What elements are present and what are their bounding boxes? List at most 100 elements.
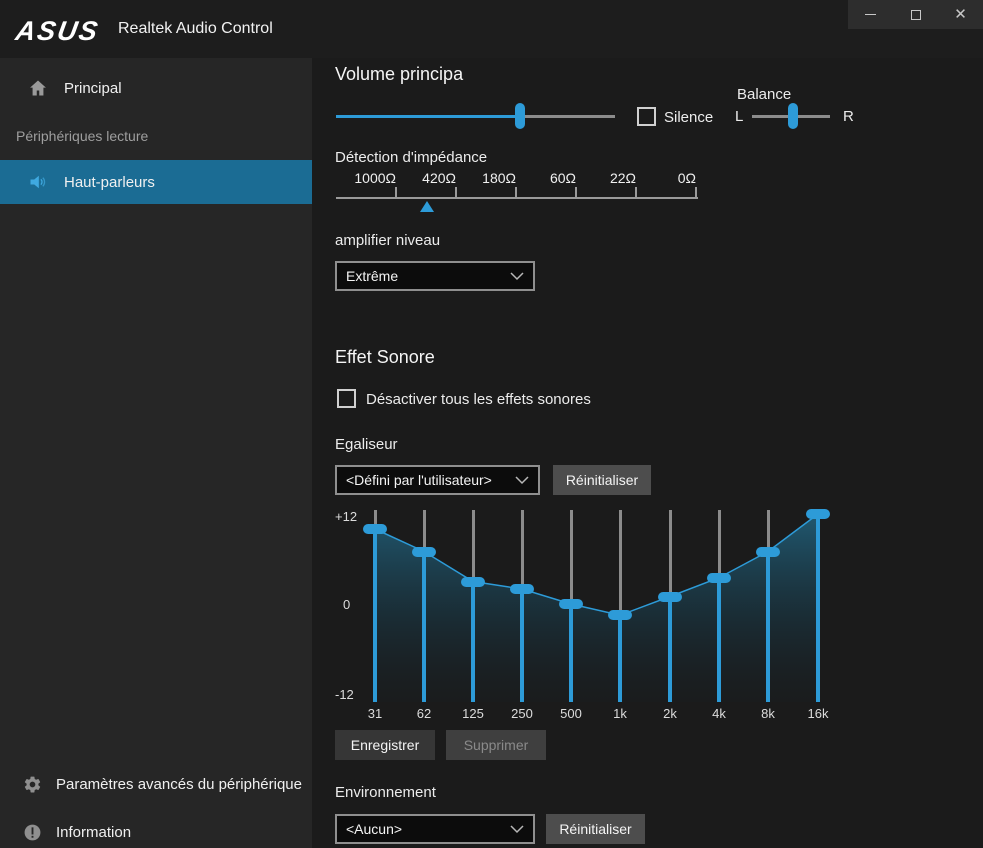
- sidebar-item-haut-parleurs[interactable]: Haut-parleurs: [0, 160, 312, 204]
- impedance-tick: [515, 187, 517, 197]
- silence-checkbox[interactable]: [637, 107, 656, 126]
- volume-slider-thumb[interactable]: [515, 103, 525, 129]
- minimize-icon: [865, 14, 876, 15]
- titlebar: ASUS Realtek Audio Control ✕: [0, 0, 983, 58]
- impedance-scale-label: 0Ω: [616, 170, 696, 186]
- eq-slider-fill-250[interactable]: [520, 589, 524, 702]
- eq-slider-fill-1k[interactable]: [618, 615, 622, 702]
- eq-thumb-125[interactable]: [461, 577, 485, 587]
- amplifier-label: amplifier niveau: [335, 232, 440, 249]
- environment-select[interactable]: <Aucun>: [335, 814, 535, 844]
- balance-left-label: L: [735, 108, 743, 125]
- eq-thumb-16k[interactable]: [806, 509, 830, 519]
- eq-slider-track-500[interactable]: [570, 510, 573, 604]
- eq-thumb-4k[interactable]: [707, 573, 731, 583]
- eq-freq-label: 16k: [798, 706, 838, 721]
- sidebar-item-label: Principal: [64, 80, 122, 97]
- eq-thumb-500[interactable]: [559, 599, 583, 609]
- eq-thumb-8k[interactable]: [756, 547, 780, 557]
- info-icon: [22, 822, 42, 842]
- save-preset-button[interactable]: Enregistrer: [335, 730, 435, 760]
- eq-slider-track-62[interactable]: [423, 510, 426, 552]
- maximize-button[interactable]: [893, 0, 938, 29]
- eq-slider-fill-16k[interactable]: [816, 514, 820, 702]
- impedance-pointer-icon: [420, 201, 434, 212]
- sidebar-item-information[interactable]: Information: [0, 816, 312, 848]
- home-icon: [28, 78, 48, 98]
- eq-slider-fill-62[interactable]: [422, 552, 426, 703]
- balance-slider[interactable]: [752, 103, 830, 129]
- eq-slider-fill-125[interactable]: [471, 582, 475, 703]
- impedance-tick: [635, 187, 637, 197]
- balance-right-label: R: [843, 108, 854, 125]
- impedance-baseline: [336, 197, 698, 199]
- eq-slider-fill-500[interactable]: [569, 604, 573, 702]
- eq-freq-label: 250: [502, 706, 542, 721]
- eq-curve: [335, 505, 870, 720]
- environment-select-value: <Aucun>: [346, 821, 402, 837]
- eq-freq-label: 62: [404, 706, 444, 721]
- chevron-down-icon: [510, 821, 524, 837]
- volume-slider-fill: [336, 115, 520, 118]
- amplifier-select[interactable]: Extrême: [335, 261, 535, 291]
- chevron-down-icon: [510, 268, 524, 284]
- environment-label: Environnement: [335, 784, 436, 801]
- balance-slider-thumb[interactable]: [788, 103, 798, 129]
- equalizer-reset-button[interactable]: Réinitialiser: [553, 465, 651, 495]
- eq-slider-fill-4k[interactable]: [717, 578, 721, 702]
- app-window: ASUS Realtek Audio Control ✕ Principal P…: [0, 0, 983, 848]
- impedance-tick: [455, 187, 457, 197]
- eq-graph: +12 0 -12 31621252505001k2k4k8k16k: [335, 505, 870, 720]
- volume-slider[interactable]: [336, 103, 615, 129]
- window-controls: ✕: [848, 0, 983, 29]
- impedance-tick: [695, 187, 697, 197]
- gear-icon: [22, 774, 42, 794]
- close-button[interactable]: ✕: [938, 0, 983, 29]
- eq-freq-label: 1k: [600, 706, 640, 721]
- delete-preset-button[interactable]: Supprimer: [446, 730, 546, 760]
- eq-slider-fill-8k[interactable]: [766, 552, 770, 703]
- impedance-tick: [575, 187, 577, 197]
- sidebar-item-label: Haut-parleurs: [64, 174, 155, 191]
- minimize-button[interactable]: [848, 0, 893, 29]
- close-icon: ✕: [954, 7, 967, 22]
- eq-slider-track-2k[interactable]: [669, 510, 672, 597]
- eq-thumb-250[interactable]: [510, 584, 534, 594]
- sidebar-item-label: Information: [56, 824, 131, 841]
- sidebar-item-advanced-settings[interactable]: Paramètres avancés du périphérique: [0, 768, 312, 800]
- window-title: Realtek Audio Control: [118, 20, 273, 38]
- effects-title: Effet Sonore: [335, 347, 435, 368]
- silence-label: Silence: [664, 109, 713, 126]
- eq-slider-track-125[interactable]: [472, 510, 475, 582]
- eq-freq-label: 4k: [699, 706, 739, 721]
- eq-thumb-31[interactable]: [363, 524, 387, 534]
- eq-freq-label: 2k: [650, 706, 690, 721]
- sidebar: Principal Périphériques lecture Haut-par…: [0, 58, 312, 848]
- environment-reset-button[interactable]: Réinitialiser: [546, 814, 645, 844]
- eq-slider-fill-31[interactable]: [373, 529, 377, 702]
- equalizer-label: Egaliseur: [335, 436, 398, 453]
- eq-freq-label: 125: [453, 706, 493, 721]
- equalizer-preset-select[interactable]: <Défini par l'utilisateur>: [335, 465, 540, 495]
- disable-effects-label: Désactiver tous les effets sonores: [366, 391, 591, 408]
- eq-thumb-1k[interactable]: [608, 610, 632, 620]
- eq-thumb-62[interactable]: [412, 547, 436, 557]
- maximize-icon: [911, 10, 921, 20]
- disable-effects-checkbox[interactable]: [337, 389, 356, 408]
- sidebar-section-label: Périphériques lecture: [16, 128, 148, 144]
- eq-thumb-2k[interactable]: [658, 592, 682, 602]
- asus-logo: ASUS: [13, 16, 101, 47]
- eq-slider-track-8k[interactable]: [767, 510, 770, 552]
- sidebar-item-principal[interactable]: Principal: [0, 66, 312, 110]
- eq-freq-label: 31: [355, 706, 395, 721]
- eq-slider-track-4k[interactable]: [718, 510, 721, 578]
- eq-slider-track-1k[interactable]: [619, 510, 622, 615]
- impedance-title: Détection d'impédance: [335, 149, 487, 166]
- impedance-scale: 1000Ω420Ω180Ω60Ω22Ω0Ω: [336, 168, 698, 214]
- sidebar-item-label: Paramètres avancés du périphérique: [56, 776, 302, 793]
- eq-slider-track-250[interactable]: [521, 510, 524, 589]
- page-title: Volume principa: [335, 64, 463, 85]
- impedance-tick: [395, 187, 397, 197]
- speaker-icon: [28, 172, 48, 192]
- eq-slider-fill-2k[interactable]: [668, 597, 672, 703]
